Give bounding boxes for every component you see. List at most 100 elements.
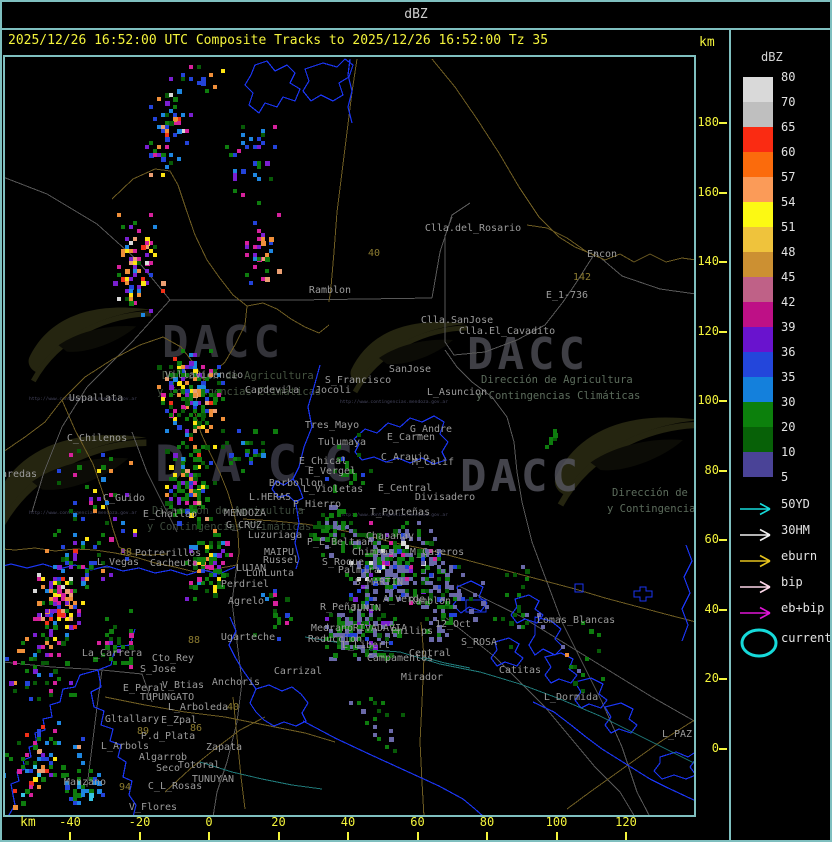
timestamp-status-line: 2025/12/26 16:52:00 UTC Composite Tracks…	[8, 33, 549, 48]
map-place-label: 89	[136, 725, 150, 737]
map-place-label: Russel	[262, 554, 300, 566]
map-place-label: Seco	[155, 762, 181, 774]
x-axis-tick	[208, 832, 210, 841]
colorbar-value: 39	[781, 320, 796, 334]
x-axis-tick	[416, 832, 419, 841]
map-place-label: SanJose	[388, 363, 432, 375]
y-axis-tick	[719, 608, 727, 611]
map-place-label: Divisadero	[414, 491, 476, 503]
map-place-label: V_Flores	[128, 801, 178, 813]
map-place-label: 142	[572, 271, 592, 283]
map-place-label: Clla.El_Cavadito	[458, 325, 556, 337]
legend-item-ebbip	[737, 596, 781, 629]
colorbar-block	[743, 452, 773, 477]
map-place-label: Cacheuta	[149, 557, 199, 569]
y-axis-tick-label: 80	[704, 462, 719, 477]
x-axis-unit-label: km	[20, 815, 36, 830]
colorbar-value: 48	[781, 245, 796, 259]
map-place-label: Manzano	[63, 776, 107, 788]
map-place-label: E_1-736	[545, 289, 589, 301]
y-axis-tick-label: 120	[697, 323, 719, 338]
y-axis-tick	[719, 678, 727, 680]
y-axis-tick	[719, 191, 727, 194]
x-axis-tick	[138, 832, 141, 841]
y-axis-tick	[719, 469, 727, 472]
colorbar-block	[743, 177, 773, 202]
x-axis-tick	[277, 832, 280, 841]
map-place-label: Ugarteche	[220, 631, 276, 643]
map-place-label: 86	[189, 722, 203, 734]
colorbar-value: 54	[781, 195, 796, 209]
map-place-label: Mirador	[400, 671, 444, 683]
map-place-label: L_Violetas	[302, 483, 364, 495]
map-place-label: M_Calif	[411, 456, 455, 468]
page-title: dBZ	[404, 6, 428, 22]
colorbar-value: 5	[781, 470, 789, 484]
map-place-label: Jocoli	[314, 384, 352, 396]
legend-item-label: 30HM	[781, 523, 810, 537]
colorbar-block	[743, 402, 773, 427]
legend-item-current	[737, 626, 781, 664]
legend-item-label: current	[781, 631, 832, 645]
map-place-label: Tulumaya	[317, 436, 367, 448]
map-place-label: Palmira	[337, 564, 381, 576]
map-place-label: C_Guido	[102, 492, 146, 504]
legend-item-label: 50YD	[781, 497, 810, 511]
map-place-label: Cto_Rey	[151, 652, 195, 664]
colorbar-block	[743, 102, 773, 127]
legend-item-label: eburn	[781, 549, 818, 563]
y-axis-tick-label: 0	[711, 740, 719, 755]
colorbar-block	[743, 227, 773, 252]
colorbar-block	[743, 77, 773, 102]
map-place-label: L_Dormida	[543, 691, 599, 703]
x-axis-tick-label: 40	[340, 815, 356, 829]
radar-map-canvas[interactable]: DACC DACC DACC DACC Dirección de Agricul…	[3, 55, 696, 817]
map-place-label: 40	[226, 701, 240, 713]
colorbar-value: 10	[781, 445, 796, 459]
x-axis-tick-label: 100	[545, 815, 568, 829]
y-axis-tick-label: 20	[704, 671, 719, 685]
x-axis-tick	[69, 832, 71, 841]
map-place-label: Zapata	[205, 741, 243, 753]
colorbar-block	[743, 377, 773, 402]
x-axis-tick-label: 20	[271, 815, 286, 829]
track-arrow-icon	[740, 606, 771, 620]
y-axis-tick	[719, 539, 727, 541]
colorbar-value: 45	[781, 270, 796, 284]
map-place-label: Clla.SanJose	[420, 314, 494, 326]
map-place-label: Ramblon	[408, 595, 452, 607]
map-place-label: 12_Oct	[434, 618, 472, 630]
colorbar-value: 20	[781, 420, 796, 434]
place-labels-layer: Clla.del_Rosario Encon 142 E_1-736 Ramblon 40…	[5, 57, 694, 815]
map-place-label: M_Caseros	[409, 546, 465, 558]
legend-item-label: eb+bip	[781, 601, 825, 615]
map-place-label: JUNIN	[350, 602, 382, 614]
map-place-label: Catitas	[498, 664, 542, 676]
map-place-label: Ramblon	[308, 284, 352, 296]
colorbar-block	[743, 127, 773, 152]
map-place-label: L_Libert	[341, 639, 391, 651]
map-place-label: V_Btias	[161, 679, 205, 691]
map-place-label: L_Asuncion	[426, 386, 488, 398]
map-place-label: Carrizal	[273, 665, 323, 677]
title-bar: dBZ	[0, 0, 832, 30]
map-place-label: E_Challao	[142, 508, 198, 520]
colorbar-value: 36	[781, 345, 796, 359]
colorbar-value: 70	[781, 95, 796, 109]
y-axis-unit-label: km	[699, 35, 715, 50]
map-place-label: L.HERAS	[248, 491, 292, 503]
map-place-label: Anchoris	[211, 676, 261, 688]
map-place-label: E_Vergel	[307, 465, 357, 477]
y-axis-tick	[719, 122, 727, 124]
map-place-label: Luzuriaga	[247, 529, 303, 541]
colorbar-block	[743, 277, 773, 302]
map-place-label: L_Arbols	[100, 740, 150, 752]
y-axis-tick-label: 180	[697, 115, 719, 129]
y-axis-tick-label: 140	[697, 254, 719, 268]
colorbar-value: 35	[781, 370, 796, 384]
x-axis-tick-label: 120	[615, 815, 637, 829]
map-place-label: Villavicencio	[164, 369, 244, 381]
map-place-label: MENDOZA	[223, 507, 267, 519]
x-axis-tick-label: -20	[128, 815, 151, 829]
colorbar-value: 80	[781, 70, 796, 84]
